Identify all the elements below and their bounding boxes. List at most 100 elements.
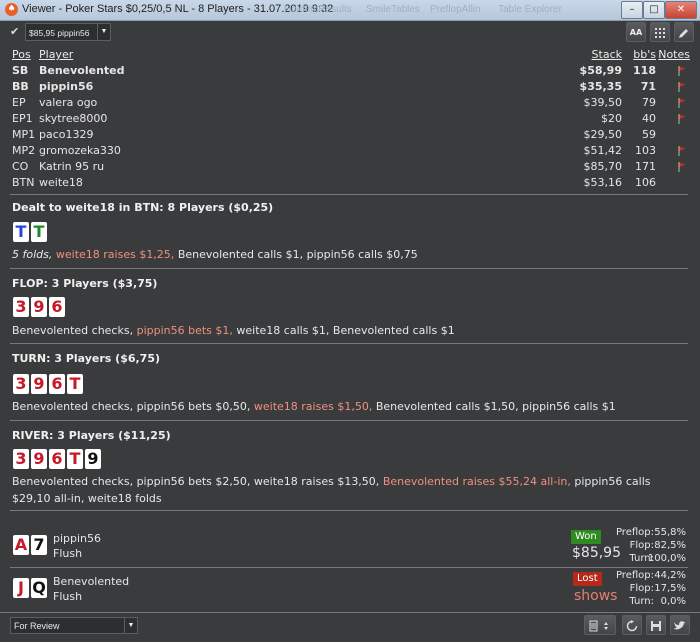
result-1-flop-value: 82,5% [654,540,686,551]
result-1-preflop-value: 55,8% [654,527,686,538]
player-stack: $39,50 [583,96,623,109]
twitter-icon[interactable] [670,615,690,635]
checkmark-icon[interactable]: ✔ [10,26,22,38]
player-row[interactable]: EP1 skytree8000 $20 40 [10,111,692,127]
background-tab-3: PreflopAllin [430,4,481,15]
review-filter-select[interactable]: For Review ▼ [10,617,138,634]
player-name: Katrin 95 ru [39,160,105,173]
preflop-action: 5 folds, weite18 raises $1,25, Benevolen… [12,248,418,261]
minimize-button[interactable]: – [621,1,643,19]
playing-card: T [13,222,29,242]
player-stack: $20 [601,112,622,125]
playing-card: 9 [85,449,101,469]
result-2-preflop-value: 44,2% [654,570,686,581]
result-2-flop-value: 17,5% [654,583,686,594]
header-stack[interactable]: Stack [592,47,622,63]
bottom-bar: For Review ▼ [4,615,696,637]
player-name: skytree8000 [39,112,108,125]
player-name: valera ogo [39,96,98,109]
player-row[interactable]: EP valera ogo $39,50 79 [10,95,692,111]
player-position: CO [12,160,29,173]
player-name: gromozeka330 [39,144,121,157]
playing-card: 3 [13,374,29,394]
player-stack: $53,16 [583,176,623,189]
header-bbs[interactable]: bb's [633,47,656,63]
player-stack: $58,99 [579,64,622,77]
save-icon[interactable] [646,615,666,635]
chevron-down-icon[interactable]: ▼ [97,24,110,40]
playing-card: T [31,222,47,242]
player-stack: $29,50 [583,128,623,141]
document-spinner-icon[interactable] [584,615,616,635]
player-row[interactable]: CO Katrin 95 ru $85,70 171 [10,159,692,175]
player-row[interactable]: BB pippin56 $35,35 71 [10,79,692,95]
background-tab-4: Table Explorer [498,4,562,15]
player-row[interactable]: MP2 gromozeka330 $51,42 103 [10,143,692,159]
playing-card: J [13,578,29,598]
player-bbs: 103 [635,144,656,157]
flop-title: FLOP: 3 Players ($3,75) [12,277,158,290]
divider [10,510,688,511]
player-position: EP [12,96,26,109]
flop-action: Benevolented checks, pippin56 bets $1, w… [12,324,455,337]
close-button[interactable]: ✕ [665,1,697,19]
divider [10,194,688,195]
result-1-preflop-label: Preflop: [615,527,654,538]
result-2-amount: shows [574,588,618,604]
header-player[interactable]: Player [39,47,73,63]
playing-card: T [67,374,83,394]
result-2-hand: Flush [53,590,83,603]
result-2-flop-label: Flop: [629,583,654,594]
player-bbs: 59 [642,128,656,141]
player-bbs: 79 [642,96,656,109]
player-position: MP2 [12,144,36,157]
header-pos[interactable]: Pos [12,47,31,63]
font-size-button[interactable]: AA [626,22,646,42]
divider [10,567,688,568]
header-notes[interactable]: Notes [658,47,690,63]
playing-card: 6 [49,449,65,469]
hand-selector[interactable]: $85,95 pippin56 ▼ [25,23,111,41]
grid-icon[interactable] [650,22,670,42]
divider [0,612,700,613]
result-1-player: pippin56 [53,532,102,545]
result-2-preflop-label: Preflop: [615,570,654,581]
divider [10,268,688,269]
playing-card: 9 [31,297,47,317]
player-bbs: 171 [635,160,656,173]
river-action: Benevolented checks, pippin56 bets $2,50… [12,475,651,505]
player-position: MP1 [12,128,36,141]
player-stack: $35,35 [579,80,622,93]
playing-card: 3 [13,297,29,317]
player-name: Benevolented [39,64,125,77]
refresh-icon[interactable] [622,615,642,635]
player-stack: $51,42 [583,144,623,157]
maximize-button[interactable]: □ [643,1,665,19]
result-2-player: Benevolented [53,575,130,588]
playing-card: A [13,535,29,555]
hand-selector-value: $85,95 pippin56 [29,28,90,38]
edit-pencil-icon[interactable] [674,22,694,42]
background-tab-1: HoldemResults [284,4,352,15]
toolbar: ✔ $85,95 pippin56 ▼ AA [4,22,696,44]
result-1-turn-value: 100,0% [647,553,686,564]
result-1-hand: Flush [53,547,83,560]
review-filter-value: For Review [14,621,60,631]
divider [10,343,688,344]
player-bbs: 40 [642,112,656,125]
player-position: EP1 [12,112,33,125]
result-1-amount: $85,95 [572,545,621,561]
player-row[interactable]: BTN weite18 $53,16 106 [10,175,692,191]
playing-card: 9 [31,449,47,469]
players-header: Pos Player Stack bb's Notes [10,47,692,63]
player-stack: $85,70 [583,160,623,173]
river-title: RIVER: 3 Players ($11,25) [12,429,171,442]
player-row[interactable]: MP1 paco1329 $29,50 59 [10,127,692,143]
won-badge: Won [571,530,601,544]
divider [10,420,688,421]
chevron-down-icon[interactable]: ▼ [124,618,137,633]
playing-card: 3 [13,449,29,469]
player-row[interactable]: SB Benevolented $58,99 118 [10,63,692,79]
result-2-turn-label: Turn: [629,596,654,607]
playing-card: T [67,449,83,469]
